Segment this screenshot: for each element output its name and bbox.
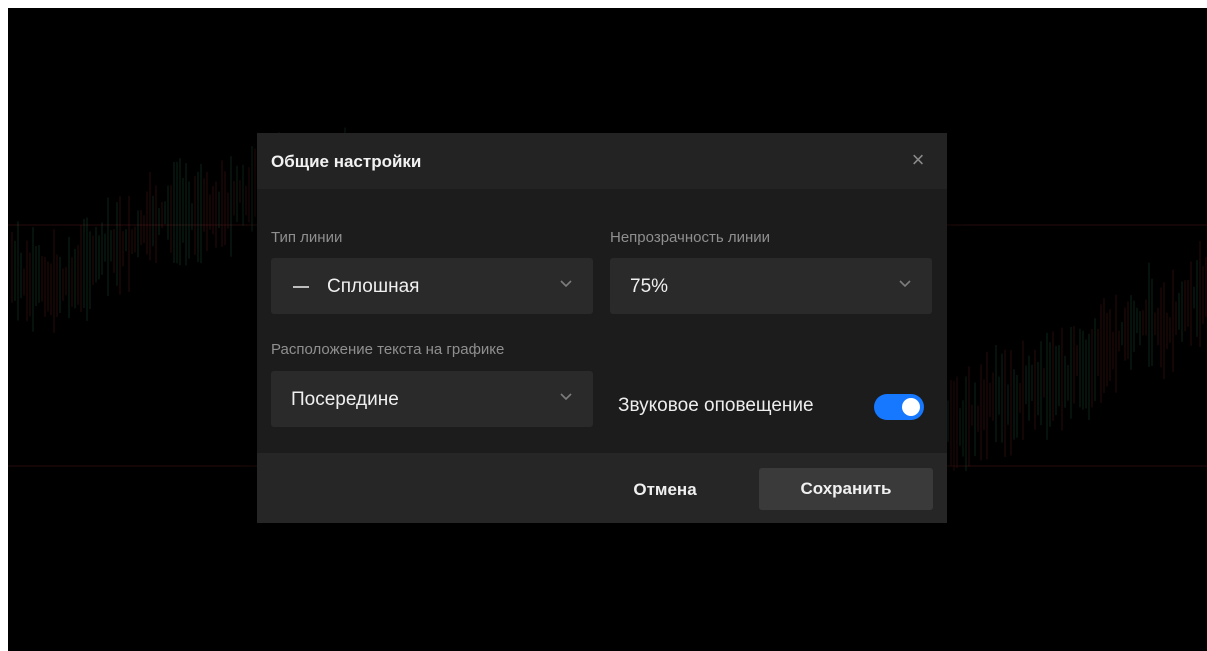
line-type-select[interactable]: Сплошная [271,258,593,314]
general-settings-dialog: Общие настройки × Тип линии Сплошная Неп… [257,133,947,523]
sound-alert-label: Звуковое оповещение [618,395,814,416]
chevron-down-icon [560,393,572,401]
text-position-value: Посередине [291,389,399,410]
text-position-select[interactable]: Посередине [271,371,593,427]
dialog-title: Общие настройки [271,152,422,171]
line-opacity-label: Непрозрачность линии [610,229,771,246]
chevron-down-icon [899,280,911,288]
save-button[interactable]: Сохранить [759,468,933,510]
cancel-button[interactable]: Отмена [615,473,715,507]
trading-chart-screen: Общие настройки × Тип линии Сплошная Неп… [8,8,1207,651]
close-icon[interactable]: × [907,149,929,171]
sound-alert-toggle[interactable] [874,394,924,420]
dialog-body: Тип линии Сплошная Непрозрачность линии … [257,189,947,453]
line-opacity-select[interactable]: 75% [610,258,932,314]
line-opacity-value: 75% [630,276,669,297]
line-type-value: Сплошная [327,276,420,297]
chevron-down-icon [560,280,572,288]
toggle-knob [902,398,920,416]
dialog-header: Общие настройки × [257,133,947,189]
line-type-label: Тип линии [271,229,343,246]
dialog-footer: Отмена Сохранить [257,453,947,523]
text-position-label: Расположение текста на графике [271,341,505,358]
solid-line-icon [293,286,309,288]
